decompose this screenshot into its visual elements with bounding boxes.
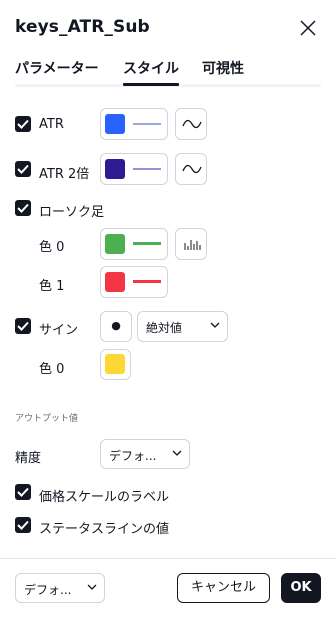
dialog-header: keys_ATR_Sub — [0, 0, 336, 56]
wave-icon — [182, 164, 202, 174]
atr2x-checkbox[interactable] — [15, 161, 31, 177]
tab-bar: パラメーター スタイル 可視性 — [15, 58, 321, 88]
ok-button[interactable]: OK — [281, 573, 321, 603]
color0-label: 色 0 — [39, 240, 65, 255]
atr2x-line-preview — [133, 168, 161, 170]
atr-line-preview — [133, 123, 161, 125]
chevron-down-icon — [172, 450, 182, 456]
outputs-section-label: アウトプット値 — [15, 414, 79, 424]
atr-plot-type-button[interactable] — [175, 108, 207, 140]
price-scale-label-checkbox[interactable] — [15, 484, 31, 500]
color1-color-swatch — [105, 272, 125, 292]
status-line-value-text: ステータスラインの値 — [39, 522, 170, 537]
color0-line-preview — [133, 242, 161, 245]
color1-style-button[interactable] — [100, 266, 168, 298]
atr2x-style-button[interactable] — [100, 153, 168, 185]
atr-checkbox[interactable] — [15, 116, 31, 132]
atr2x-label: ATR 2倍 — [39, 167, 90, 182]
sign-color0-label: 色 0 — [39, 362, 65, 377]
color1-line-preview — [133, 280, 161, 283]
color0-plot-type-button[interactable] — [175, 228, 207, 260]
precision-value: デフォ... — [109, 449, 157, 463]
footer-divider — [0, 558, 336, 559]
color0-style-button[interactable] — [100, 228, 168, 260]
chevron-down-icon — [87, 584, 97, 590]
close-icon[interactable] — [296, 16, 320, 40]
precision-select[interactable]: デフォ... — [100, 439, 190, 469]
tab-style[interactable]: スタイル — [123, 58, 179, 86]
style-panel: ATR ATR 2倍 ローソク足 色 0 色 1 サイン ● 絶対値 色 0 ア… — [0, 90, 336, 558]
dot-icon: ● — [111, 319, 121, 332]
tab-visibility[interactable]: 可視性 — [202, 58, 244, 78]
sign-color0-style-button[interactable] — [100, 349, 131, 380]
sign-label: サイン — [39, 323, 79, 338]
atr2x-color-swatch — [105, 159, 125, 179]
tab-parameters[interactable]: パラメーター — [15, 58, 99, 78]
atr2x-plot-type-button[interactable] — [175, 153, 207, 185]
atr-style-button[interactable] — [100, 108, 168, 140]
cancel-button[interactable]: キャンセル — [177, 573, 270, 603]
sign-shape-button[interactable]: ● — [100, 311, 132, 342]
sign-location-select[interactable]: 絶対値 — [137, 311, 228, 342]
precision-label: 精度 — [15, 451, 42, 466]
color0-color-swatch — [105, 234, 125, 254]
sign-color0-color-swatch — [105, 354, 125, 374]
atr-label: ATR — [39, 117, 64, 132]
defaults-value: デフォ... — [24, 583, 72, 597]
defaults-select[interactable]: デフォ... — [15, 573, 105, 603]
sign-checkbox[interactable] — [15, 318, 31, 334]
wave-icon — [182, 119, 202, 129]
atr-color-swatch — [105, 114, 125, 134]
price-scale-label-text: 価格スケールのラベル — [39, 490, 170, 505]
status-line-value-checkbox[interactable] — [15, 517, 31, 533]
sign-location-value: 絶対値 — [146, 321, 183, 335]
dialog-title: keys_ATR_Sub — [15, 17, 150, 37]
chevron-down-icon — [210, 322, 220, 328]
candles-label: ローソク足 — [39, 205, 105, 220]
bars-icon — [184, 240, 201, 250]
color1-label: 色 1 — [39, 279, 65, 294]
candles-checkbox[interactable] — [15, 200, 31, 216]
